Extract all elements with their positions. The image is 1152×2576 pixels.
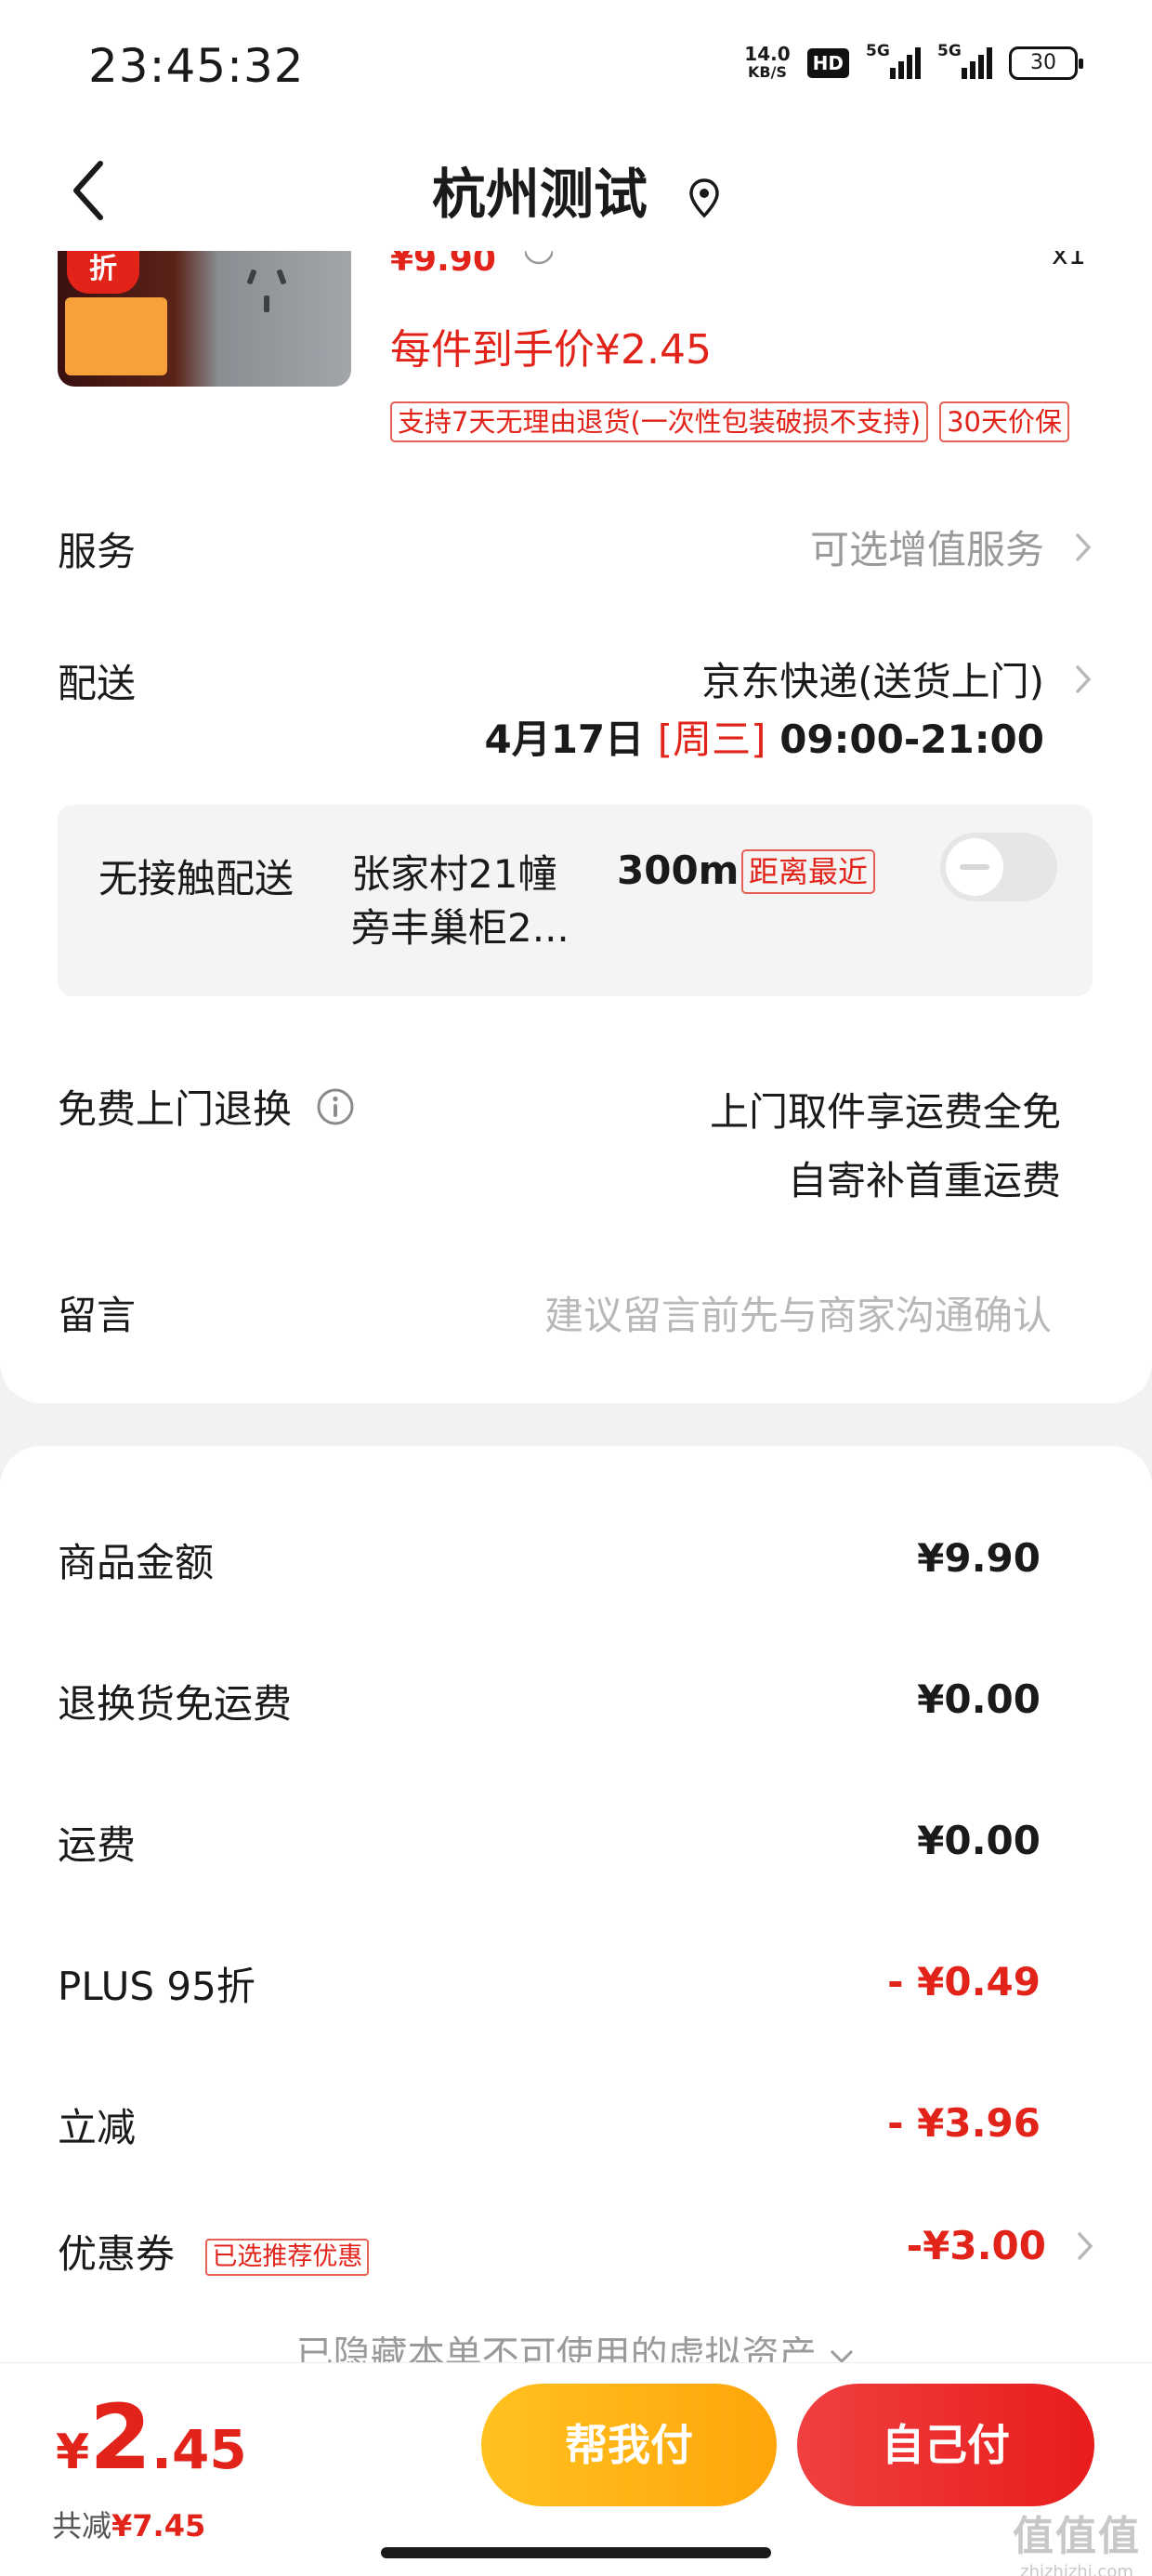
home-indicator[interactable]	[381, 2547, 771, 2558]
status-icons: 14.0 KB/S HD 5G 5G 30	[744, 42, 1083, 82]
return-shipping-value: ¥0.00	[917, 1676, 1041, 1722]
watermark-url: zhizhizhi.com	[1020, 2562, 1133, 2576]
delivery-method: 京东快递(送货上门)	[701, 659, 1044, 704]
coupon-recommended-tag: 已选推荐优惠	[205, 2238, 370, 2276]
signal-icon: 5G	[866, 42, 921, 79]
watermark-logo: 值值值	[1013, 2513, 1141, 2560]
instant-discount-value: - ¥3.96	[887, 2100, 1041, 2146]
saved-label: 共减	[52, 2508, 112, 2543]
socket-icon	[247, 269, 286, 312]
unit-price: ¥9.90	[390, 251, 496, 279]
free-return-line2: 自寄补首重运费	[787, 1158, 1061, 1203]
coupon-label-group: 优惠券 已选推荐优惠	[58, 2223, 370, 2280]
return-policy-tag: 支持7天无理由退货(一次性包装破损不支持)	[390, 401, 929, 442]
service-row[interactable]: 可选增值服务	[810, 519, 1094, 575]
net-speed-unit: KB/S	[747, 63, 787, 81]
delivery-label: 配送	[58, 661, 137, 706]
top-nav: 杭州测试	[0, 130, 1152, 251]
delivery-date: 4月17日	[484, 716, 645, 762]
hd-voice-icon: HD	[806, 48, 849, 78]
coupon-label: 优惠券	[58, 2231, 176, 2277]
goods-amount-label: 商品金额	[58, 1540, 215, 1585]
order-card: 折 ¥9.90 x1 每件到手价¥2.45 支持7天无理由退货(一次性包装破损不…	[0, 251, 1152, 1403]
status-bar: 23:45:32 14.0 KB/S HD 5G 5G 30	[0, 0, 1152, 130]
checkout-bar: ¥2.45 共减¥7.45 帮我付 自己付 值值值 zhizhizhi.com	[0, 2362, 1152, 2576]
return-shipping-label: 退换货免运费	[58, 1681, 293, 1727]
net-speed-value: 14.0	[744, 43, 791, 65]
plus-discount-label: PLUS 95折	[58, 1964, 255, 2009]
contactless-delivery-box: 无接触配送 张家村21幢 旁丰巢柜2... 300m 距离最近	[58, 805, 1093, 996]
price-protect-tag: 30天价保	[939, 401, 1069, 442]
free-return-line1: 上门取件享运费全免	[709, 1089, 1061, 1135]
total-integer: 2	[89, 2385, 151, 2490]
status-time: 23:45:32	[88, 39, 305, 93]
signal-label: 5G	[866, 42, 890, 60]
pickup-location-line1: 张家村21幢	[351, 851, 557, 897]
delivery-weekday: [周三]	[657, 716, 766, 762]
chevron-right-icon	[1078, 2231, 1093, 2260]
nearest-tag: 距离最近	[741, 849, 876, 894]
info-icon[interactable]	[316, 1087, 355, 1126]
discount-badge-text: 折	[89, 253, 117, 285]
coupon-row[interactable]: -¥3.00	[907, 2223, 1096, 2268]
message-label: 留言	[58, 1293, 137, 1338]
saved-value: ¥7.45	[111, 2508, 206, 2543]
discount-badge: 折	[67, 251, 139, 294]
free-return-label: 免费上门退换	[58, 1086, 293, 1132]
coupon-value: -¥3.00	[906, 2223, 1046, 2268]
total-decimal: .45	[151, 2418, 247, 2481]
pickup-location[interactable]: 张家村21幢 旁丰巢柜2...	[351, 848, 569, 955]
free-return-row: 免费上门退换	[58, 1078, 355, 1135]
fee-summary-card: 商品金额 ¥9.90 退换货免运费 ¥0.00 运费 ¥0.00 PLUS 95…	[0, 1446, 1152, 2375]
chevron-right-icon	[1076, 664, 1092, 693]
info-icon[interactable]	[525, 251, 553, 279]
delivery-row[interactable]: 京东快递(送货上门)	[701, 651, 1094, 707]
total-saved: 共减¥7.45	[52, 2503, 205, 2545]
shipping-label: 运费	[58, 1822, 137, 1868]
shipping-value: ¥0.00	[917, 1818, 1041, 1863]
instant-discount-label: 立减	[58, 2105, 137, 2150]
page-title[interactable]: 杭州测试	[0, 151, 1152, 229]
battery-icon: 30	[1009, 46, 1083, 80]
goods-amount-value: ¥9.90	[917, 1535, 1041, 1581]
delivery-time: 4月17日 [周三] 09:00-21:00	[484, 708, 1044, 765]
self-pay-button[interactable]: 自己付	[797, 2384, 1094, 2506]
pickup-distance: 300m	[617, 848, 740, 893]
toggle-knob	[946, 838, 1003, 896]
page-title-text: 杭州测试	[431, 163, 648, 226]
product-image[interactable]: 折	[58, 251, 351, 387]
free-return-detail: 上门取件享运费全免 自寄补首重运费	[710, 1078, 1061, 1216]
quantity: x1	[1052, 251, 1086, 271]
watermark: 值值值 zhizhizhi.com	[1013, 2503, 1141, 2576]
per-item-price: 每件到手价¥2.45	[390, 326, 712, 374]
signal-icon-2: 5G	[937, 42, 992, 79]
contactless-toggle[interactable]	[940, 833, 1057, 901]
location-pin-icon	[689, 178, 719, 218]
signal-label-2: 5G	[937, 42, 962, 60]
message-input[interactable]: 建议留言前先与商家沟通确认	[544, 1284, 1052, 1341]
plus-discount-value: - ¥0.49	[887, 1959, 1041, 2004]
pickup-location-line2: 旁丰巢柜2...	[351, 905, 569, 951]
promo-graphic	[65, 297, 167, 375]
product-tags: 支持7天无理由退货(一次性包装破损不支持) 30天价保	[390, 401, 1069, 442]
contactless-label: 无接触配送	[98, 856, 295, 901]
net-speed: 14.0 KB/S	[744, 45, 790, 82]
service-label: 服务	[58, 529, 137, 574]
total-price: ¥2.45	[56, 2385, 247, 2490]
service-value: 可选增值服务	[809, 527, 1044, 572]
help-pay-button[interactable]: 帮我付	[481, 2384, 777, 2506]
total-currency: ¥	[56, 2425, 90, 2480]
delivery-time-range: 09:00-21:00	[779, 716, 1044, 762]
chevron-right-icon	[1076, 532, 1092, 561]
